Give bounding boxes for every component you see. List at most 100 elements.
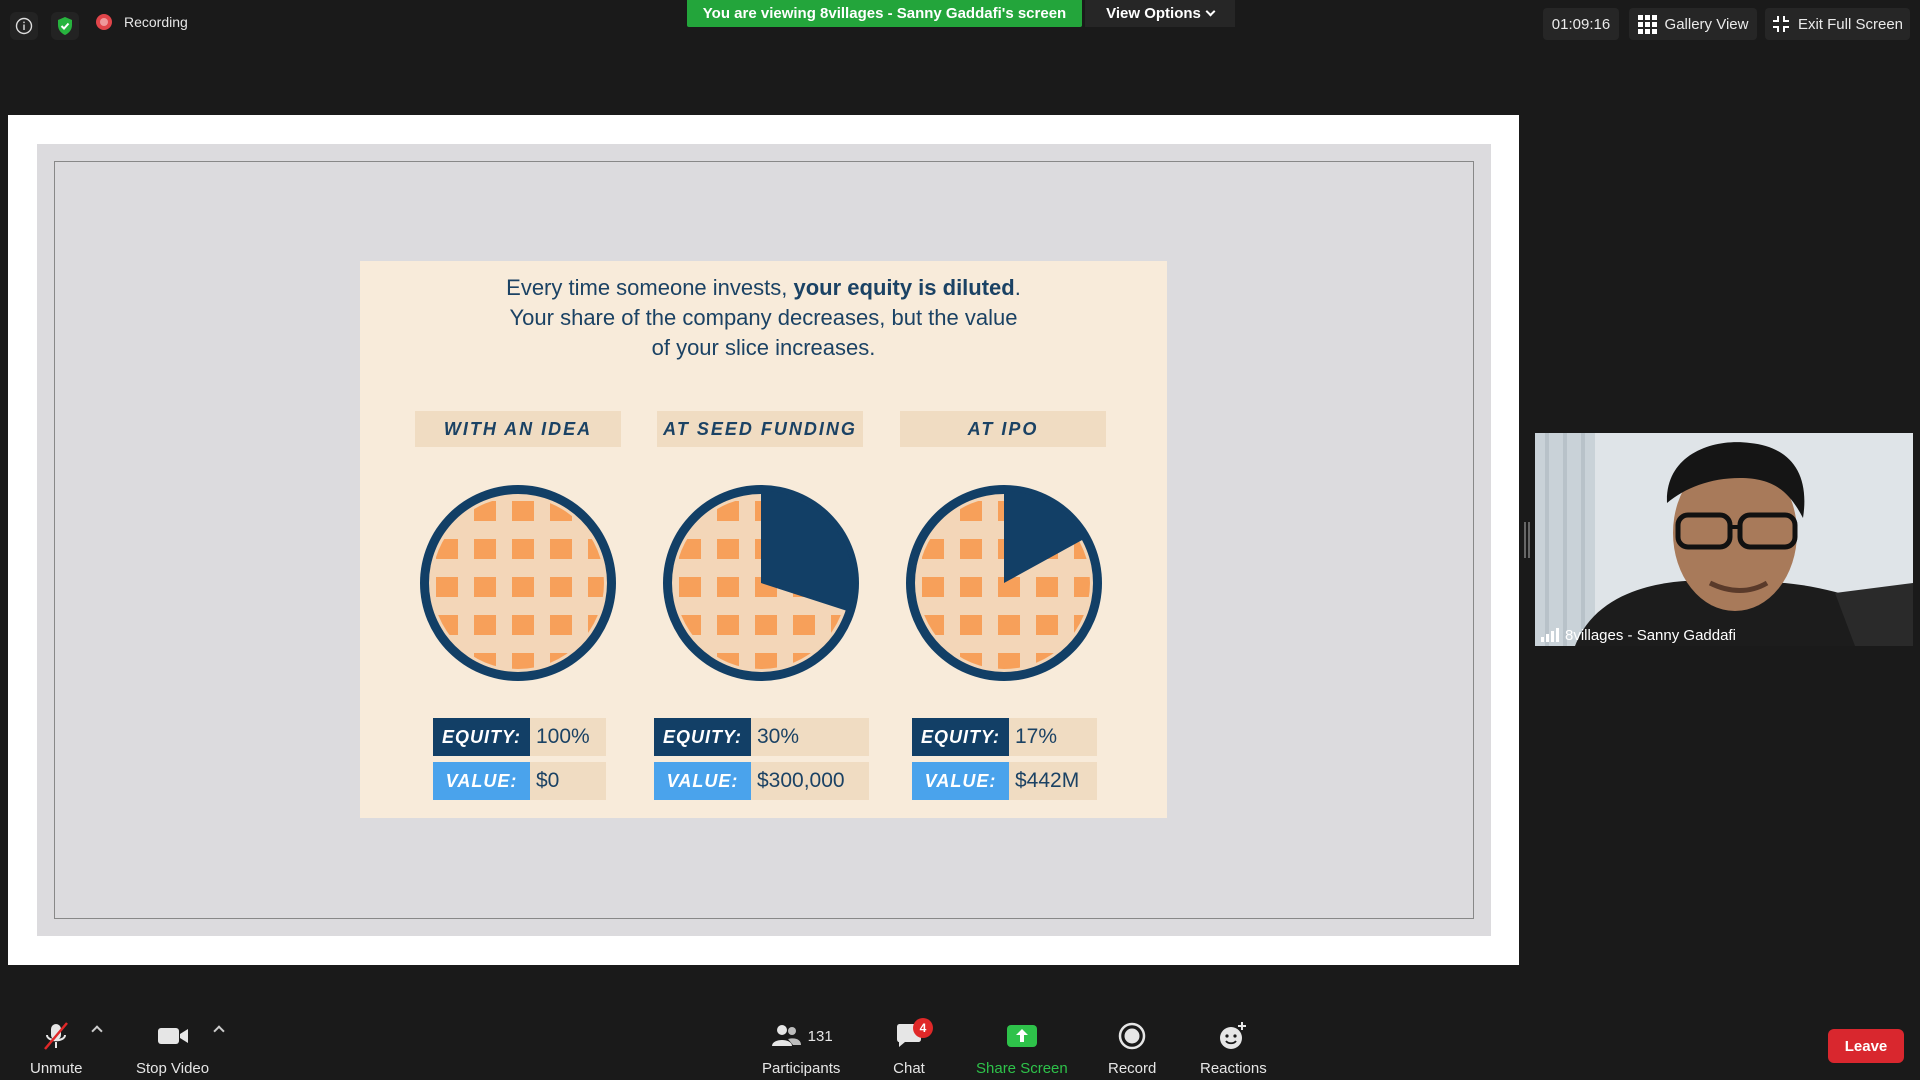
info-icon[interactable] xyxy=(10,12,38,40)
chat-unread-badge: 4 xyxy=(913,1018,933,1038)
stop-video-button[interactable]: Stop Video xyxy=(136,1020,209,1077)
equity-row-seed: EQUITY: 30% xyxy=(654,718,869,756)
pie-chart-ipo xyxy=(906,485,1102,681)
view-options-button[interactable]: View Options xyxy=(1085,0,1235,27)
lattice-square xyxy=(512,501,534,521)
value-row-idea: VALUE: $0 xyxy=(433,762,606,800)
lattice-square xyxy=(550,615,572,635)
lattice-square xyxy=(474,539,496,559)
meeting-timer: 01:09:16 xyxy=(1543,8,1619,40)
value-row-ipo: VALUE: $442M xyxy=(912,762,1097,800)
equity-key: EQUITY: xyxy=(433,718,530,756)
equity-value: 17% xyxy=(1009,718,1097,756)
lattice-square xyxy=(512,615,534,635)
chat-label: Chat xyxy=(893,1060,925,1077)
recording-icon xyxy=(96,14,112,30)
lattice-square xyxy=(1036,577,1058,597)
lattice-square xyxy=(512,577,534,597)
lattice-square xyxy=(717,615,739,635)
equity-slide: Every time someone invests, your equity … xyxy=(360,261,1167,818)
lattice-square xyxy=(474,615,496,635)
recording-indicator[interactable]: Recording xyxy=(96,14,188,30)
headline-emphasis: your equity is diluted xyxy=(793,275,1015,300)
record-label: Record xyxy=(1108,1060,1157,1077)
participant-video-tile[interactable] xyxy=(1535,433,1913,646)
equity-key: EQUITY: xyxy=(654,718,751,756)
participant-video-feed xyxy=(1535,433,1913,646)
value-key: VALUE: xyxy=(654,762,751,800)
exit-full-screen-label: Exit Full Screen xyxy=(1797,15,1904,33)
lattice-square xyxy=(1036,615,1058,635)
viewing-screen-banner: You are viewing 8villages - Sanny Gaddaf… xyxy=(687,0,1082,27)
shield-check-icon[interactable] xyxy=(51,12,79,40)
slide-headline: Every time someone invests, your equity … xyxy=(360,273,1167,363)
mic-muted-icon xyxy=(44,1022,69,1050)
pie-chart-idea xyxy=(420,485,616,681)
lattice-square xyxy=(550,577,572,597)
value-key: VALUE: xyxy=(433,762,530,800)
share-screen-icon xyxy=(1006,1025,1037,1047)
lattice-square xyxy=(960,577,982,597)
lattice-square xyxy=(717,539,739,559)
lattice-square xyxy=(512,539,534,559)
equity-row-idea: EQUITY: 100% xyxy=(433,718,606,756)
unmute-button[interactable]: Unmute xyxy=(30,1020,83,1077)
stop-video-label: Stop Video xyxy=(136,1060,210,1077)
meeting-top-bar: Recording You are viewing 8villages - Sa… xyxy=(0,0,1920,60)
participant-name: 8villages - Sanny Gaddafi xyxy=(1565,626,1736,644)
headline-text-1: Every time someone invests, xyxy=(506,275,794,300)
value-row-seed: VALUE: $300,000 xyxy=(654,762,869,800)
leave-button[interactable]: Leave xyxy=(1828,1029,1904,1063)
equity-value: 30% xyxy=(751,718,869,756)
lattice-square xyxy=(998,615,1020,635)
lattice-square xyxy=(793,615,815,635)
participants-label: Participants xyxy=(762,1060,841,1077)
signal-icon xyxy=(1541,628,1559,642)
pie-chart-seed xyxy=(663,485,859,681)
exit-fullscreen-icon xyxy=(1772,16,1789,32)
headline-line-2: Your share of the company decreases, but… xyxy=(509,305,1018,330)
share-screen-label: Share Screen xyxy=(976,1060,1068,1077)
value-amount: $300,000 xyxy=(751,762,869,800)
lattice-square xyxy=(960,615,982,635)
stage-label-ipo: AT IPO xyxy=(900,411,1106,447)
lattice-square xyxy=(679,577,701,597)
share-screen-button[interactable]: Share Screen xyxy=(976,1020,1068,1077)
lattice-square xyxy=(436,577,458,597)
value-amount: $442M xyxy=(1009,762,1097,800)
participants-icon xyxy=(771,1025,801,1046)
gallery-grid-icon xyxy=(1637,14,1657,34)
equity-key: EQUITY: xyxy=(912,718,1009,756)
panel-resize-handle[interactable] xyxy=(1524,522,1530,558)
stage-label-seed: AT SEED FUNDING xyxy=(657,411,863,447)
exit-full-screen-button[interactable]: Exit Full Screen xyxy=(1765,8,1910,40)
participant-name-tag: 8villages - Sanny Gaddafi xyxy=(1535,624,1742,646)
lattice-square xyxy=(550,539,572,559)
video-camera-icon xyxy=(157,1028,188,1044)
lattice-square xyxy=(588,653,604,669)
equity-value: 100% xyxy=(530,718,606,756)
equity-row-ipo: EQUITY: 17% xyxy=(912,718,1097,756)
participants-button[interactable]: 131 Participants xyxy=(762,1020,840,1077)
headline-line-3: of your slice increases. xyxy=(651,335,876,360)
record-button[interactable]: Record xyxy=(1108,1020,1156,1077)
gallery-view-label: Gallery View xyxy=(1664,15,1749,33)
unmute-label: Unmute xyxy=(30,1060,83,1077)
meeting-toolbar xyxy=(0,1000,1920,1080)
record-icon xyxy=(1118,1022,1146,1050)
gallery-view-button[interactable]: Gallery View xyxy=(1629,8,1757,40)
recording-label: Recording xyxy=(124,14,188,30)
lattice-square xyxy=(1074,653,1090,669)
lattice-square xyxy=(717,577,739,597)
view-options-label: View Options xyxy=(1106,5,1201,22)
lattice-square xyxy=(960,539,982,559)
stage-label-idea: WITH AN IDEA xyxy=(415,411,621,447)
lattice-square xyxy=(831,653,847,669)
lattice-square xyxy=(755,615,777,635)
value-key: VALUE: xyxy=(912,762,1009,800)
reactions-label: Reactions xyxy=(1200,1060,1267,1077)
reactions-button[interactable]: Reactions xyxy=(1200,1020,1267,1077)
reactions-icon xyxy=(1220,1022,1247,1049)
chevron-down-icon xyxy=(1205,6,1216,17)
value-amount: $0 xyxy=(530,762,606,800)
